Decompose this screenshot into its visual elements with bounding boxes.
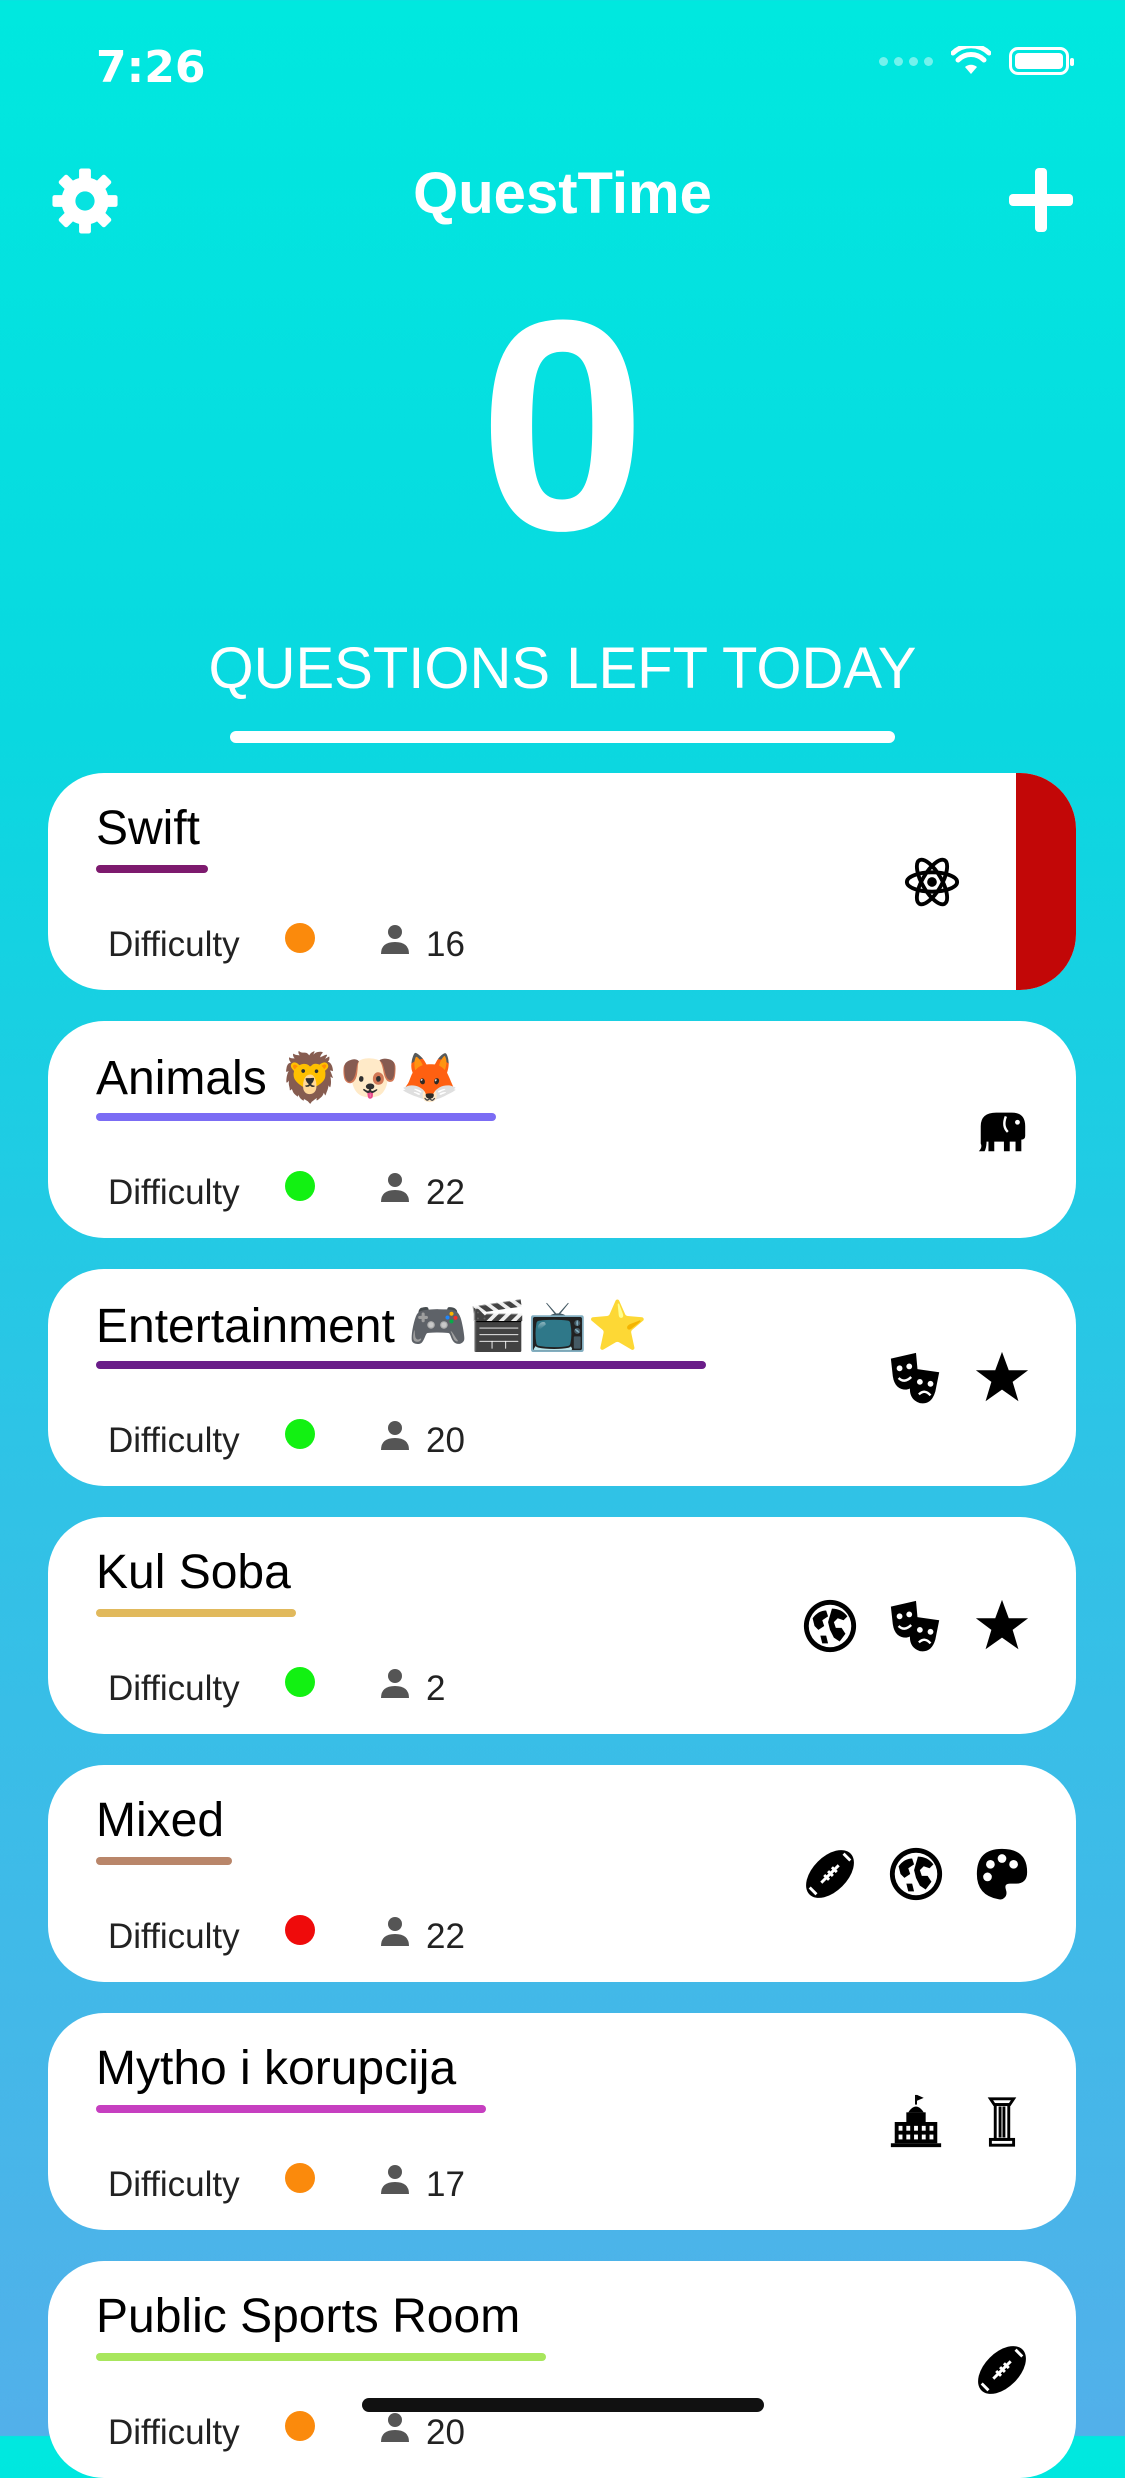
room-name: Entertainment 🎮🎬📺⭐️ bbox=[96, 1300, 648, 1353]
room-name: Public Sports Room bbox=[96, 2290, 521, 2343]
category-icons bbox=[887, 1269, 1031, 1486]
room-name: Kul Soba bbox=[96, 1546, 291, 1599]
player-count: 2 bbox=[426, 1669, 446, 1708]
player-count: 20 bbox=[426, 1421, 465, 1460]
government-building-icon bbox=[887, 2093, 945, 2151]
selected-indicator bbox=[1016, 773, 1076, 990]
football-icon bbox=[973, 2341, 1031, 2399]
room-name-underline bbox=[96, 1609, 296, 1617]
person-icon bbox=[379, 1915, 411, 1947]
room-card[interactable]: Animals 🦁🐶🦊 Difficulty 22 bbox=[48, 1021, 1076, 1238]
room-card[interactable]: Public Sports Room Difficulty 20 bbox=[48, 2261, 1076, 2478]
player-count: 16 bbox=[426, 925, 465, 964]
app-title: QuestTime bbox=[413, 161, 712, 226]
difficulty-indicator bbox=[285, 1171, 315, 1201]
player-count: 20 bbox=[426, 2413, 465, 2452]
difficulty-indicator bbox=[285, 2411, 315, 2441]
difficulty-label: Difficulty bbox=[108, 1173, 240, 1212]
difficulty-indicator bbox=[285, 923, 315, 953]
room-name-underline bbox=[96, 1361, 706, 1369]
player-count: 22 bbox=[426, 1917, 465, 1956]
status-time: 7:26 bbox=[96, 42, 206, 93]
difficulty-indicator bbox=[285, 1419, 315, 1449]
theater-masks-icon bbox=[887, 1597, 945, 1655]
room-name: Mixed bbox=[96, 1794, 225, 1847]
column-icon bbox=[973, 2093, 1031, 2151]
status-icons bbox=[879, 46, 1074, 76]
theater-masks-icon bbox=[887, 1349, 945, 1407]
signal-icon bbox=[879, 56, 933, 66]
nav-bar: QuestTime bbox=[0, 150, 1125, 240]
wifi-icon bbox=[951, 46, 991, 74]
person-icon bbox=[379, 2163, 411, 2195]
room-name: Mytho i korupcija bbox=[96, 2042, 457, 2095]
room-name-underline bbox=[96, 2105, 486, 2113]
room-name: Animals 🦁🐶🦊 bbox=[96, 1052, 460, 1105]
category-icons bbox=[973, 1021, 1031, 1238]
globe-icon bbox=[887, 1845, 945, 1903]
difficulty-label: Difficulty bbox=[108, 1421, 240, 1460]
person-icon bbox=[379, 1419, 411, 1451]
category-icons bbox=[801, 1517, 1031, 1734]
difficulty-label: Difficulty bbox=[108, 2413, 240, 2452]
questions-left-count: 0 bbox=[479, 257, 646, 593]
room-name-underline bbox=[96, 1113, 496, 1121]
room-card[interactable]: Kul Soba Difficulty 2 bbox=[48, 1517, 1076, 1734]
palette-icon bbox=[973, 1845, 1031, 1903]
person-icon bbox=[379, 1667, 411, 1699]
difficulty-indicator bbox=[285, 1915, 315, 1945]
room-name-underline bbox=[96, 2353, 546, 2361]
questions-left-label: QUESTIONS LEFT TODAY bbox=[208, 636, 917, 701]
difficulty-label: Difficulty bbox=[108, 2165, 240, 2204]
atom-icon bbox=[903, 853, 961, 911]
room-card[interactable]: Swift Difficulty 16 bbox=[48, 773, 1076, 990]
room-name-underline bbox=[96, 1857, 232, 1865]
battery-icon bbox=[1009, 47, 1074, 75]
category-icons bbox=[887, 2013, 1031, 2230]
difficulty-label: Difficulty bbox=[108, 1669, 240, 1708]
person-icon bbox=[379, 1171, 411, 1203]
elephant-icon bbox=[973, 1101, 1031, 1159]
room-card[interactable]: Mytho i korupcija Difficulty 17 bbox=[48, 2013, 1076, 2230]
globe-icon bbox=[801, 1597, 859, 1655]
player-count: 22 bbox=[426, 1173, 465, 1212]
category-icons bbox=[801, 1765, 1031, 1982]
difficulty-indicator bbox=[285, 1667, 315, 1697]
star-icon bbox=[973, 1349, 1031, 1407]
difficulty-indicator bbox=[285, 2163, 315, 2193]
room-card[interactable]: Mixed Difficulty 22 bbox=[48, 1765, 1076, 1982]
person-icon bbox=[379, 923, 411, 955]
player-count: 17 bbox=[426, 2165, 465, 2204]
category-icons bbox=[973, 2261, 1031, 2478]
difficulty-label: Difficulty bbox=[108, 925, 240, 964]
plus-icon[interactable] bbox=[1009, 168, 1073, 232]
room-name: Swift bbox=[96, 802, 201, 855]
football-icon bbox=[801, 1845, 859, 1903]
star-icon bbox=[973, 1597, 1031, 1655]
person-icon bbox=[379, 2411, 411, 2443]
home-indicator[interactable] bbox=[362, 2398, 764, 2412]
hero-divider bbox=[230, 731, 895, 743]
room-card[interactable]: Entertainment 🎮🎬📺⭐️ Difficulty 20 bbox=[48, 1269, 1076, 1486]
room-name-underline bbox=[96, 865, 208, 873]
difficulty-label: Difficulty bbox=[108, 1917, 240, 1956]
category-icons bbox=[903, 773, 961, 990]
